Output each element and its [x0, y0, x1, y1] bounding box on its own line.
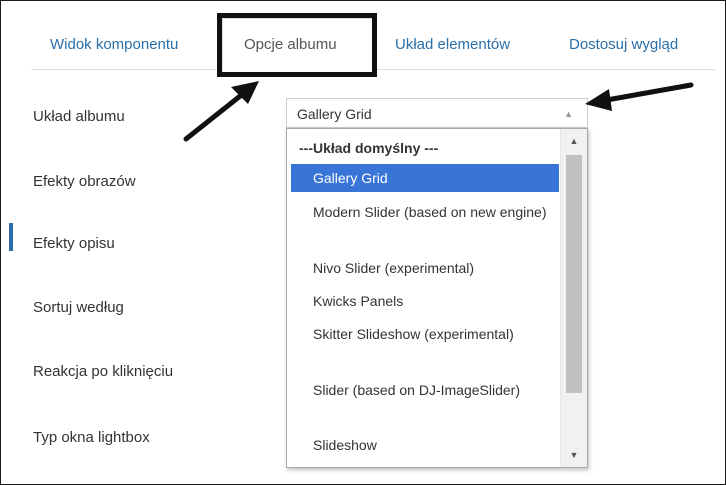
annotation-arrows: [183, 81, 694, 142]
album-options-panel: Widok komponentu Opcje albumu Układ elem…: [0, 0, 726, 485]
arrow-to-select-icon: [585, 82, 694, 111]
arrow-to-tab-icon: [183, 81, 259, 142]
